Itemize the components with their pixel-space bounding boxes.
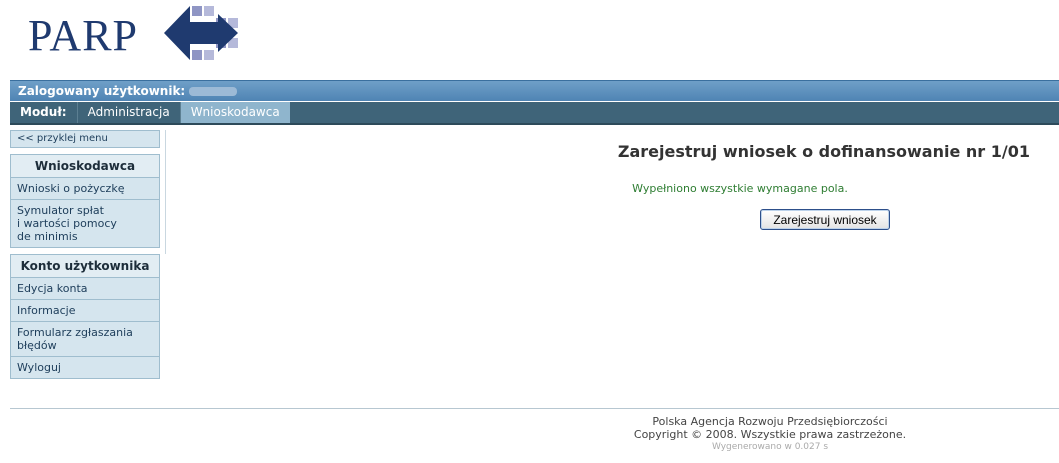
module-label: Moduł: bbox=[20, 105, 67, 119]
footer-divider bbox=[10, 408, 1059, 409]
sidebar-divider bbox=[165, 130, 166, 254]
module-bar-divider bbox=[10, 123, 1059, 125]
sidebar-item-wyloguj[interactable]: Wyloguj bbox=[11, 357, 159, 378]
stick-menu-link[interactable]: << przyklej menu bbox=[10, 130, 160, 148]
logged-user-label: Zalogowany użytkownik: bbox=[18, 84, 186, 98]
redacted-username bbox=[189, 87, 238, 96]
module-bar: Moduł: Administracja Wnioskodawca bbox=[10, 102, 1059, 123]
footer-generated-time: Wygenerowano w 0.027 s bbox=[711, 442, 829, 452]
footer: Polska Agencja Rozwoju Przedsiębiorczośc… bbox=[510, 415, 1030, 454]
sidebar: << przyklej menu Wnioskodawca Wnioski o … bbox=[10, 130, 166, 379]
sidebar-item-formularz-bledow[interactable]: Formularz zgłaszania błędów bbox=[11, 322, 159, 357]
parp-logo-text: PARP bbox=[28, 11, 139, 60]
sidebar-item-informacje[interactable]: Informacje bbox=[11, 300, 159, 322]
sidebar-section-konto: Konto użytkownika Edycja konta Informacj… bbox=[10, 254, 160, 379]
page-title: Zarejestruj wniosek o dofinansowanie nr … bbox=[617, 142, 1030, 161]
register-application-button[interactable]: Zarejestruj wniosek bbox=[760, 209, 890, 230]
footer-org: Polska Agencja Rozwoju Przedsiębiorczośc… bbox=[652, 415, 888, 428]
header: PARP bbox=[0, 0, 1059, 80]
tab-administracja[interactable]: Administracja bbox=[76, 102, 180, 123]
sidebar-item-edycja-konta[interactable]: Edycja konta bbox=[11, 278, 159, 300]
tab-wnioskodawca[interactable]: Wnioskodawca bbox=[179, 102, 290, 123]
status-message: Wypełniono wszystkie wymagane pola. bbox=[632, 182, 848, 195]
sidebar-section-title: Konto użytkownika bbox=[11, 255, 159, 278]
footer-copyright: Copyright © 2008. Wszystkie prawa zastrz… bbox=[633, 428, 907, 441]
sidebar-item-wnioski[interactable]: Wnioski o pożyczkę bbox=[11, 178, 159, 200]
logged-user-bar: Zalogowany użytkownik: bbox=[10, 80, 1059, 101]
sidebar-section-title: Wnioskodawca bbox=[11, 155, 159, 178]
status-message-wrap: Wypełniono wszystkie wymagane pola. bbox=[560, 182, 1059, 195]
sidebar-section-wnioskodawca: Wnioskodawca Wnioski o pożyczkę Symulato… bbox=[10, 154, 160, 248]
sidebar-item-symulator[interactable]: Symulator spłat i wartości pomocy de min… bbox=[11, 200, 159, 247]
parp-arrows-logo-icon bbox=[164, 6, 238, 60]
